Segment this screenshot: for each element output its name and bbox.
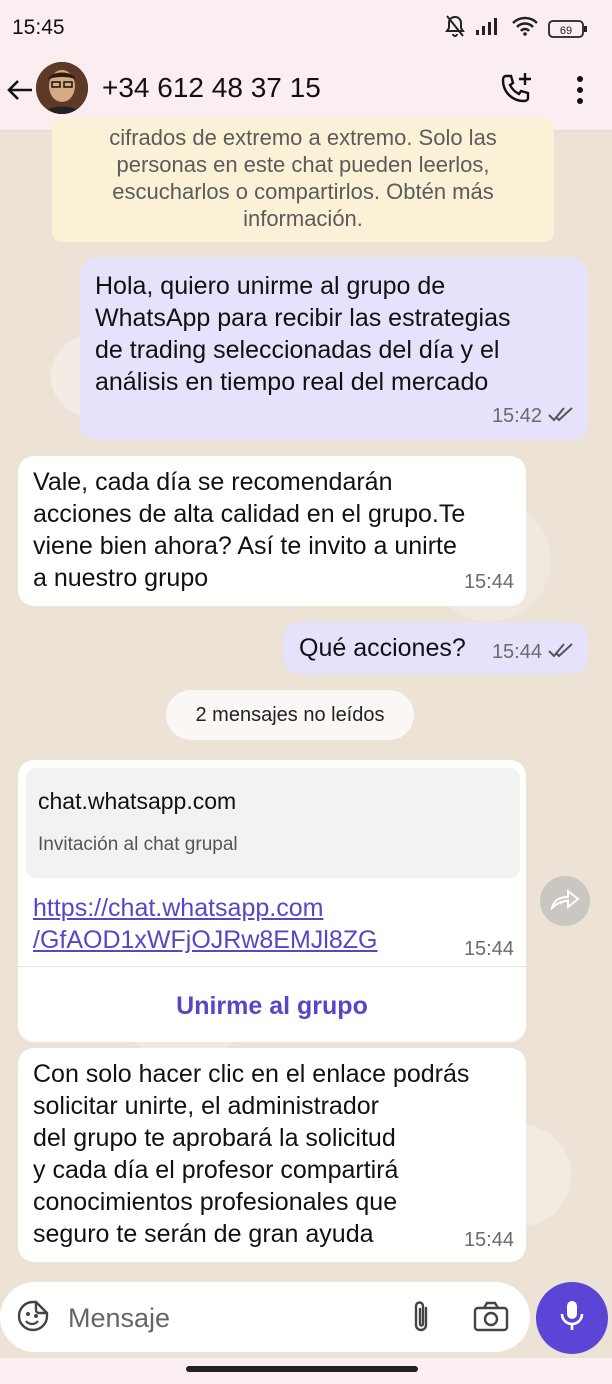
message-text: seguro te serán de gran ayuda xyxy=(33,1220,374,1248)
incoming-message[interactable]: Vale, cada día se recomendarán acciones … xyxy=(18,456,526,606)
message-text: análisis en tiempo real del mercado xyxy=(95,368,489,396)
incoming-message[interactable]: Con solo hacer clic en el enlace podrás … xyxy=(18,1048,526,1262)
attach-icon[interactable] xyxy=(404,1298,438,1336)
message-text: Hola, quiero unirme al grupo de xyxy=(95,272,446,300)
microphone-icon xyxy=(558,1299,586,1338)
invite-link-line[interactable]: https://chat.whatsapp.com xyxy=(33,892,377,924)
notice-line: cifrados de extremo a extremo. Solo las xyxy=(109,125,497,150)
contact-name[interactable]: +34 612 48 37 15 xyxy=(102,72,321,104)
double-check-icon xyxy=(548,400,574,432)
notice-line: información. xyxy=(243,206,363,231)
message-input[interactable] xyxy=(66,1298,370,1338)
outgoing-message[interactable]: Qué acciones? 15:44 xyxy=(284,622,588,674)
back-arrow-icon[interactable] xyxy=(4,74,36,106)
message-text: conocimientos profesionales que xyxy=(33,1188,398,1216)
message-time: 15:44 xyxy=(491,641,542,663)
message-text: del grupo te aprobará la solicitud xyxy=(33,1124,396,1152)
battery-level: 69 xyxy=(560,25,572,37)
voice-message-button[interactable] xyxy=(536,1282,608,1354)
outgoing-message[interactable]: Hola, quiero unirme al grupo de WhatsApp… xyxy=(80,258,588,440)
message-time: 15:44 xyxy=(463,1229,514,1251)
invite-link-line[interactable]: /GfAOD1xWFjOJRw8EMJl8ZG xyxy=(33,924,377,956)
status-icons: 69 xyxy=(444,14,588,43)
message-text: de trading seleccionadas del día y el xyxy=(95,336,500,364)
status-bar: 15:45 69 xyxy=(0,0,612,56)
preview-description: Invitación al chat grupal xyxy=(38,834,238,855)
message-text: a nuestro grupo xyxy=(33,564,209,592)
message-text: solicitar unirte, el administrador xyxy=(33,1092,379,1120)
link-preview[interactable]: chat.whatsapp.com Invitación al chat gru… xyxy=(26,768,520,878)
wifi-icon xyxy=(512,16,538,41)
divider xyxy=(18,966,526,967)
message-text: acciones de alta calidad en el grupo.Te xyxy=(33,500,466,528)
preview-domain: chat.whatsapp.com xyxy=(38,788,237,814)
message-text: Qué acciones? xyxy=(299,634,466,662)
add-call-icon[interactable] xyxy=(498,70,534,106)
forward-icon xyxy=(550,888,580,915)
mute-bell-icon xyxy=(444,14,466,43)
signal-icon xyxy=(476,16,502,41)
message-meta: 15:44 xyxy=(464,1224,514,1256)
message-meta: 15:44 xyxy=(464,938,514,961)
notice-line: escucharlos o compartirlos. Obtén más xyxy=(112,179,494,204)
unread-messages-badge: 2 mensajes no leídos xyxy=(166,690,414,740)
home-gesture-handle[interactable] xyxy=(186,1366,418,1372)
join-group-button[interactable]: Unirme al grupo xyxy=(18,970,526,1042)
message-time: 15:44 xyxy=(463,571,514,593)
message-text: WhatsApp para recibir las estrategias xyxy=(95,304,511,332)
message-time: 15:42 xyxy=(491,405,542,427)
message-meta: 15:44 xyxy=(492,636,574,668)
group-invite-message[interactable]: chat.whatsapp.com Invitación al chat gru… xyxy=(18,760,526,1042)
message-text: y cada día el profesor compartirá xyxy=(33,1156,399,1184)
system-nav-bar xyxy=(0,1358,612,1384)
avatar[interactable] xyxy=(36,62,88,114)
sticker-emoji-icon[interactable] xyxy=(16,1299,50,1333)
message-text: Con solo hacer clic en el enlace podrás xyxy=(33,1060,470,1088)
encryption-notice[interactable]: cifrados de extremo a extremo. Solo las … xyxy=(52,118,554,242)
more-vert-icon[interactable] xyxy=(570,72,590,108)
message-time: 15:44 xyxy=(463,938,514,960)
forward-button[interactable] xyxy=(540,876,590,926)
double-check-icon xyxy=(548,636,574,668)
battery-icon: 69 xyxy=(548,19,588,39)
message-text: viene bien ahora? Así te invito a unirte xyxy=(33,532,457,560)
message-meta: 15:42 xyxy=(492,400,574,432)
camera-icon[interactable] xyxy=(472,1300,510,1334)
message-meta: 15:44 xyxy=(464,566,514,598)
invite-link[interactable]: https://chat.whatsapp.com /GfAOD1xWFjOJR… xyxy=(33,892,377,956)
notice-line: personas en este chat pueden leerlos, xyxy=(116,152,490,177)
message-text: Vale, cada día se recomendarán xyxy=(33,468,393,496)
message-composer xyxy=(0,1282,530,1352)
status-time: 15:45 xyxy=(12,16,65,39)
